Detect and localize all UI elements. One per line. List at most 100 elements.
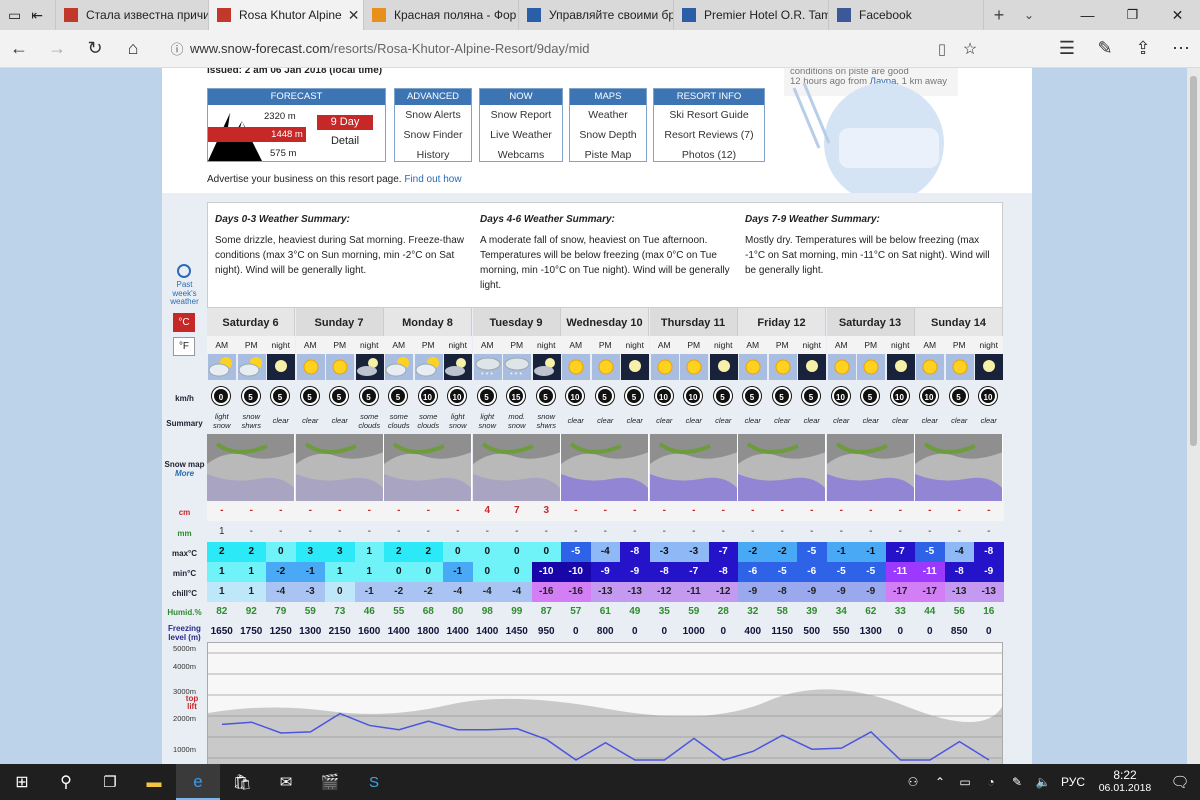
humidity: 92 <box>245 606 257 617</box>
elevation-bottom[interactable]: 575 m <box>270 148 296 159</box>
nav-link[interactable]: Live Weather <box>480 125 562 145</box>
max-temp: 0 <box>443 542 473 562</box>
volume-icon[interactable]: 🔈 <box>1030 775 1056 789</box>
snow-map-thumbnail[interactable] <box>384 434 472 501</box>
nav-link[interactable]: Snow Alerts <box>395 105 471 125</box>
skype-icon[interactable]: S <box>352 774 396 791</box>
more-menu-icon[interactable]: ⋯ <box>1162 38 1200 59</box>
period-label: night <box>979 340 998 350</box>
chevron-up-icon[interactable]: ⌃ <box>928 775 952 789</box>
chevron-down-icon[interactable]: ⌄ <box>1014 8 1044 22</box>
page-scrollbar[interactable] <box>1187 68 1200 764</box>
snow-map-thumbnail[interactable] <box>738 434 826 501</box>
browser-tab-2[interactable]: Rosa Khutor Alpine ✕ <box>209 0 364 30</box>
nav-link[interactable]: History <box>395 145 471 165</box>
fahrenheit-button[interactable]: °F <box>173 337 195 356</box>
search-icon[interactable]: ⚲ <box>44 772 88 792</box>
nav-link[interactable]: Snow Report <box>480 105 562 125</box>
row-label-kmh: km/h <box>175 394 194 403</box>
nav-link[interactable]: Piste Map <box>570 145 646 165</box>
nav-link[interactable]: Ski Resort Guide <box>654 105 764 125</box>
clock-icon[interactable] <box>177 264 191 278</box>
reading-view-icon[interactable]: ▯ <box>928 40 956 58</box>
mail-icon[interactable]: ✉ <box>264 773 308 791</box>
browser-tab-4[interactable]: Управляйте своими бр <box>519 0 674 30</box>
share-icon[interactable]: ⇪ <box>1124 38 1162 59</box>
snow-map-thumbnail[interactable] <box>649 434 738 501</box>
new-tab-icon[interactable]: + <box>984 5 1014 26</box>
browser-tab-1[interactable]: Стала известна причи <box>56 0 209 30</box>
minimize-icon[interactable]: — <box>1065 7 1110 24</box>
detail-link[interactable]: Detail <box>317 135 373 147</box>
store-icon[interactable]: 🛍 <box>220 773 264 791</box>
nine-day-button[interactable]: 9 Day <box>317 115 373 130</box>
period-label: AM <box>657 340 671 350</box>
min-temp: -7 <box>679 562 709 582</box>
close-window-icon[interactable]: ✕ <box>1155 7 1200 24</box>
snow-map-thumbnail[interactable] <box>826 434 915 501</box>
row-label-summary: Summary <box>166 419 203 428</box>
snow-map-thumbnail[interactable] <box>561 434 649 501</box>
nav-link[interactable]: Webcams <box>480 145 562 165</box>
nav-link[interactable]: Snow Finder <box>395 125 471 145</box>
browser-tab-5[interactable]: Premier Hotel O.R. Tam <box>674 0 829 30</box>
nav-link[interactable]: Weather <box>570 105 646 125</box>
file-explorer-icon[interactable]: ▬ <box>132 774 176 791</box>
summary-text: clear <box>974 416 1004 425</box>
tab-list-icon[interactable]: ▭ <box>8 7 21 24</box>
min-temp: -2 <box>266 562 296 582</box>
nav-box-title: RESORT INFO <box>654 89 764 105</box>
refresh-icon[interactable]: ↻ <box>76 38 114 59</box>
summary-line-1: clear <box>272 416 289 425</box>
scrollbar-thumb[interactable] <box>1190 76 1197 446</box>
people-icon[interactable]: ⚇ <box>898 775 928 789</box>
start-windows-icon[interactable]: ⊞ <box>0 772 44 792</box>
tab-aside-icon[interactable]: ⇤ <box>31 7 43 24</box>
pen-icon[interactable]: ✎ <box>1004 775 1030 789</box>
address-bar[interactable]: ⓘ www.snow-forecast.com/resorts/Rosa-Khu… <box>164 35 984 63</box>
close-tab-icon[interactable]: ✕ <box>342 7 360 24</box>
browser-tab-3[interactable]: Красная поляна - Фор <box>364 0 519 30</box>
row-label-past1: Past <box>176 280 193 289</box>
nav-link[interactable]: Resort Reviews (7) <box>654 125 764 145</box>
favorites-hub-icon[interactable]: ☰ <box>1048 38 1086 59</box>
snow-map-thumbnail[interactable] <box>915 434 1003 501</box>
celsius-button[interactable]: °C <box>173 313 195 332</box>
wind-arrow-icon: 10 <box>566 387 584 405</box>
elevation-mid[interactable]: 1448 m <box>208 127 306 142</box>
task-view-icon[interactable]: ❐ <box>88 773 132 791</box>
summary-text: clear <box>325 416 355 425</box>
humidity: 68 <box>422 606 434 617</box>
snow-map-thumbnail[interactable] <box>295 434 384 501</box>
nav-link[interactable]: Snow Depth <box>570 125 646 145</box>
browser-tab-6[interactable]: Facebook <box>829 0 984 30</box>
snow-map-thumbnail[interactable] <box>472 434 561 501</box>
day-header: Sunday 14 <box>915 308 1003 338</box>
back-icon[interactable]: ← <box>0 38 38 59</box>
info-icon[interactable]: ⓘ <box>164 39 190 58</box>
maximize-icon[interactable]: ❐ <box>1110 7 1155 24</box>
summary-line-1: light <box>480 412 495 421</box>
battery-icon[interactable]: ▭ <box>952 775 978 789</box>
wifi-icon[interactable]: ◔ <box>978 775 1004 789</box>
wind-chill: 1 <box>207 582 237 602</box>
forward-icon[interactable]: → <box>38 38 76 59</box>
movies-icon[interactable]: 🎬 <box>308 773 352 791</box>
home-icon[interactable]: ⌂ <box>114 38 152 59</box>
freezing-level: 1300 <box>299 626 322 637</box>
pen-notes-icon[interactable]: ✎ <box>1086 38 1124 59</box>
elevation-top[interactable]: 2320 m <box>264 111 296 122</box>
weather-summary-title: Days 0-3 Weather Summary: <box>215 214 350 225</box>
clock[interactable]: 8:22 06.01.2018 <box>1090 769 1160 795</box>
snow-map-thumbnail[interactable] <box>207 434 295 501</box>
edge-browser-icon[interactable]: e <box>176 764 220 800</box>
language-indicator[interactable]: РУС <box>1056 775 1090 789</box>
nav-link[interactable]: Photos (12) <box>654 145 764 165</box>
min-temp: 1 <box>236 562 266 582</box>
clock-time: 8:22 <box>1113 768 1137 782</box>
notifications-icon[interactable]: 🗨 <box>1160 773 1200 791</box>
tab-actions[interactable]: ▭ ⇤ <box>0 0 56 30</box>
favorite-star-icon[interactable]: ☆ <box>956 39 984 59</box>
altitude-label: 4000m <box>173 662 196 671</box>
find-out-how-link[interactable]: Find out how <box>404 174 461 185</box>
